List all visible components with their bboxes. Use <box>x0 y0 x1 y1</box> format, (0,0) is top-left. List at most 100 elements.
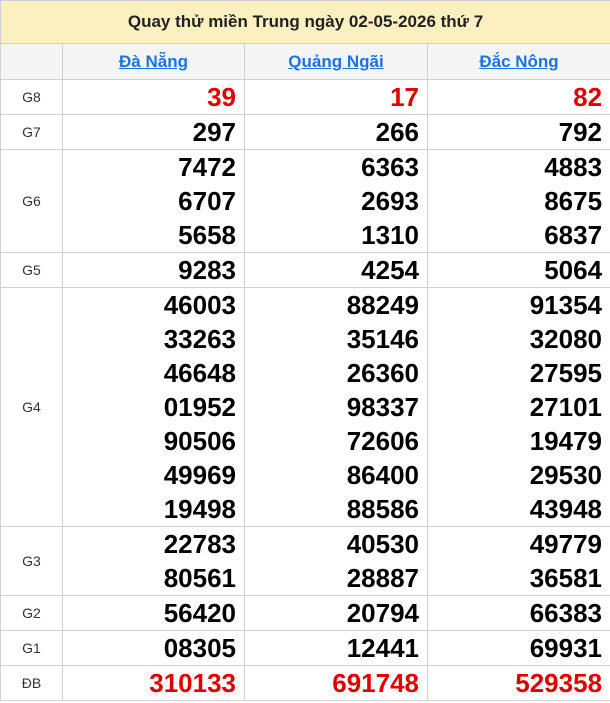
prize-number: 56420 <box>163 598 236 628</box>
prize-number: 27101 <box>529 392 603 422</box>
prize-number: 98337 <box>346 392 419 422</box>
prize-number: 80561 <box>163 563 236 593</box>
prize-number: 86400 <box>346 460 419 490</box>
province-link-0[interactable]: Đà Nẵng <box>119 52 188 71</box>
prize-label: G3 <box>0 526 63 596</box>
prize-number: 297 <box>192 117 236 147</box>
prize-cell: 66383 <box>426 595 610 631</box>
prize-cell: 40530 28887 <box>244 526 428 596</box>
prize-cell: 46003 33263 46648 01952 90506 49969 19498 <box>62 287 245 527</box>
prize-cell: 5064 <box>426 252 610 288</box>
prize-number: 12441 <box>346 633 419 663</box>
prize-cell: 792 <box>426 114 610 150</box>
prize-number: 40530 <box>346 529 419 559</box>
prize-cell: 310133 <box>62 665 245 701</box>
province-link-2[interactable]: Đắc Nông <box>479 52 558 71</box>
prize-number: 72606 <box>346 426 419 456</box>
prize-number: 5064 <box>544 255 603 285</box>
prize-number: 310133 <box>149 668 236 698</box>
prize-number: 49779 <box>529 529 603 559</box>
prize-number: 529358 <box>515 668 603 698</box>
prize-cell: 266 <box>244 114 428 150</box>
prize-row: G7 297 266 792 <box>0 114 610 150</box>
prize-number: 6707 <box>178 186 236 216</box>
prize-number: 2693 <box>361 186 419 216</box>
prize-number: 46003 <box>163 290 236 320</box>
prize-label: G2 <box>0 595 63 631</box>
prize-cell: 88249 35146 26360 98337 72606 86400 88586 <box>244 287 428 527</box>
prize-number: 6837 <box>544 220 603 250</box>
prize-row: ĐB 310133 691748 529358 <box>0 665 610 701</box>
prize-number: 28887 <box>346 563 419 593</box>
prize-row: G2 56420 20794 66383 <box>0 595 610 631</box>
prize-cell: 69931 <box>426 630 610 666</box>
prize-label: ĐB <box>0 665 63 701</box>
prize-cell: 82 <box>426 79 610 115</box>
header-blank <box>0 43 63 80</box>
prize-cell: 22783 80561 <box>62 526 245 596</box>
prize-cell: 39 <box>62 79 245 115</box>
prize-number: 90506 <box>163 426 236 456</box>
header-row: Đà Nẵng Quảng Ngãi Đắc Nông <box>0 43 610 80</box>
province-header: Đắc Nông <box>426 43 610 80</box>
prize-number: 88249 <box>346 290 419 320</box>
prize-number: 39 <box>207 82 236 112</box>
prize-number: 43948 <box>529 494 603 524</box>
prize-number: 33263 <box>163 324 236 354</box>
prize-number: 27595 <box>529 358 603 388</box>
province-header: Đà Nẵng <box>62 43 245 80</box>
prize-cell: 6363 2693 1310 <box>244 149 428 253</box>
prize-number: 35146 <box>346 324 419 354</box>
prize-row: G5 9283 4254 5064 <box>0 252 610 288</box>
prize-number: 691748 <box>332 668 419 698</box>
prize-number: 4254 <box>361 255 419 285</box>
prize-cell: 4883 8675 6837 <box>426 149 610 253</box>
prize-cell: 20794 <box>244 595 428 631</box>
prize-cell: 17 <box>244 79 428 115</box>
prize-number: 5658 <box>178 220 236 250</box>
prize-number: 9283 <box>178 255 236 285</box>
prize-number: 01952 <box>163 392 236 422</box>
prize-cell: 4254 <box>244 252 428 288</box>
prize-number: 08305 <box>163 633 236 663</box>
prize-number: 8675 <box>544 186 603 216</box>
prize-number: 19479 <box>529 426 603 456</box>
prize-label: G5 <box>0 252 63 288</box>
prize-number: 88586 <box>346 494 419 524</box>
prize-label: G8 <box>0 79 63 115</box>
prize-cell: 49779 36581 <box>426 526 610 596</box>
prize-number: 7472 <box>178 152 236 182</box>
prize-label: G6 <box>0 149 63 253</box>
prize-number: 69931 <box>529 633 603 663</box>
prize-number: 82 <box>573 82 603 112</box>
prize-number: 26360 <box>346 358 419 388</box>
prize-number: 32080 <box>529 324 603 354</box>
prize-row: G1 08305 12441 69931 <box>0 630 610 666</box>
province-header: Quảng Ngãi <box>244 43 428 80</box>
prize-cell: 12441 <box>244 630 428 666</box>
prize-number: 46648 <box>163 358 236 388</box>
prize-number: 266 <box>375 117 419 147</box>
prize-number: 91354 <box>529 290 603 320</box>
province-link-1[interactable]: Quảng Ngãi <box>288 52 383 71</box>
prize-cell: 9283 <box>62 252 245 288</box>
prize-cell: 08305 <box>62 630 245 666</box>
page-title: Quay thử miền Trung ngày 02-05-2026 thứ … <box>0 0 610 44</box>
prize-cell: 56420 <box>62 595 245 631</box>
prize-number: 36581 <box>529 563 603 593</box>
prize-row: G8 39 17 82 <box>0 79 610 115</box>
prize-number: 19498 <box>163 494 236 524</box>
prize-number: 4883 <box>544 152 603 182</box>
results-table: Quay thử miền Trung ngày 02-05-2026 thứ … <box>0 0 610 701</box>
prize-label: G1 <box>0 630 63 666</box>
prize-cell: 691748 <box>244 665 428 701</box>
prize-label: G4 <box>0 287 63 527</box>
prize-number: 66383 <box>529 598 603 628</box>
prize-row: G4 46003 33263 46648 01952 90506 49969 19498 882… <box>0 287 610 527</box>
prize-number: 6363 <box>361 152 419 182</box>
prize-number: 17 <box>390 82 419 112</box>
prize-number: 792 <box>558 117 603 147</box>
prize-number: 20794 <box>346 598 419 628</box>
prize-cell: 7472 6707 5658 <box>62 149 245 253</box>
prize-number: 49969 <box>163 460 236 490</box>
